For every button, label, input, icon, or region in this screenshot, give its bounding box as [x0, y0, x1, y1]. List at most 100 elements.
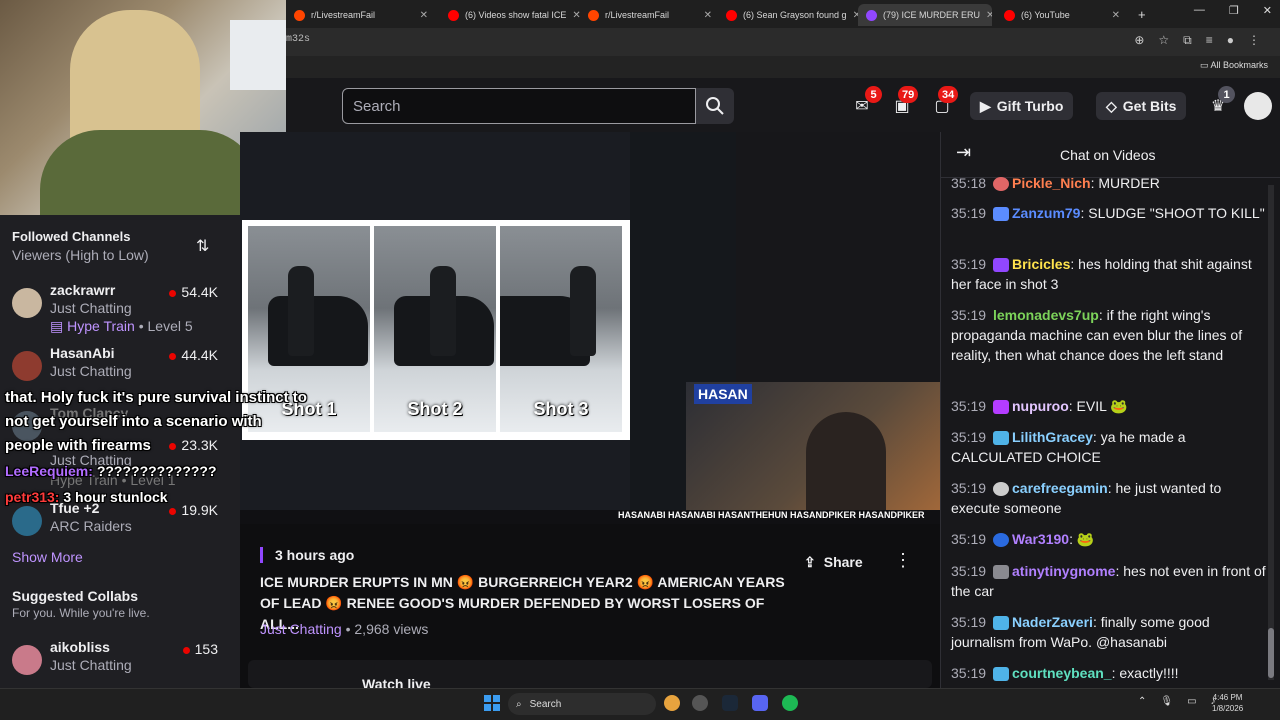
- chat-scrollbar[interactable]: [1268, 185, 1274, 680]
- browser-tab-1[interactable]: r/LivestreamFail ✕: [286, 4, 436, 26]
- avatar: [12, 288, 42, 318]
- chevron-up-icon[interactable]: ⌃: [1138, 696, 1146, 707]
- chat-message: 35:19 War3190: 🐸: [951, 531, 1095, 548]
- sidebar-channel-aikobliss[interactable]: aikobliss Just Chatting 153: [12, 639, 222, 685]
- whispers-badge: 34: [938, 86, 959, 103]
- badge-icon: [993, 482, 1009, 497]
- followed-sort-label: Viewers (High to Low): [12, 247, 149, 263]
- bookmark-star-icon[interactable]: ☆: [1158, 33, 1169, 48]
- folder-icon: ▭: [1199, 60, 1211, 70]
- badge-icon: [993, 667, 1009, 682]
- time-ago: 3 hours ago: [260, 547, 354, 563]
- windows-start-icon[interactable]: [484, 695, 500, 711]
- person-shape: [570, 266, 596, 356]
- chat-message: 35:18 Pickle_Nich: MURDER: [951, 175, 1160, 192]
- close-tab-icon[interactable]: ✕: [1112, 10, 1120, 21]
- bits-icon: ◇: [1106, 97, 1117, 114]
- suggested-collabs-title: Suggested Collabs: [12, 588, 139, 604]
- chrome-icon[interactable]: [664, 695, 680, 711]
- chat-title: Chat on Videos: [1060, 147, 1156, 163]
- browser-tab-2[interactable]: (6) Videos show fatal ICE ✕: [440, 4, 580, 26]
- more-options-icon[interactable]: ⋮: [894, 550, 912, 571]
- sidebar-channel-tfue[interactable]: Tfue +2 ARC Raiders 19.9K: [12, 500, 222, 546]
- badge-icon: [993, 207, 1009, 222]
- taskbar-search[interactable]: ⌕ Search: [508, 693, 656, 715]
- network-icon[interactable]: ▭: [1187, 696, 1196, 707]
- app-icon[interactable]: [692, 695, 708, 711]
- browser-tab-6[interactable]: (6) YouTube ✕: [996, 4, 1128, 26]
- close-window-icon[interactable]: ✕: [1263, 4, 1272, 17]
- badge-icon: [993, 616, 1009, 631]
- video-streamer-cam: HASAN: [686, 382, 940, 524]
- badge-icon: [993, 400, 1009, 415]
- sidebar-channel-hasanabi[interactable]: HasanAbi Just Chatting 44.4K: [12, 345, 222, 391]
- category-link[interactable]: Just Chatting: [260, 621, 342, 637]
- chat-scroll-thumb[interactable]: [1268, 628, 1274, 678]
- youtube-icon: [726, 9, 737, 21]
- gift-turbo-button[interactable]: ▶ Gift Turbo: [970, 92, 1074, 120]
- spotify-icon[interactable]: [782, 695, 798, 711]
- sidebar-channel-zackrawrr[interactable]: zackrawrr Just Chatting 54.4K ▤ Hype Tra…: [12, 282, 222, 334]
- url-text[interactable]: m32s: [286, 34, 310, 45]
- get-bits-button[interactable]: ◇ Get Bits: [1096, 92, 1187, 120]
- watch-live-card[interactable]: [248, 660, 932, 688]
- turbo-icon: ▶: [980, 97, 991, 114]
- badge-icon: [993, 177, 1009, 192]
- browser-tab-4[interactable]: (6) Sean Grayson found g ✕: [718, 4, 858, 26]
- minimize-icon[interactable]: —: [1194, 4, 1205, 17]
- notifications-badge: 79: [898, 86, 919, 103]
- browser-tab-3[interactable]: r/LivestreamFail ✕: [580, 4, 720, 26]
- restore-icon[interactable]: ❐: [1229, 4, 1239, 17]
- share-icon: ⇪: [804, 553, 816, 570]
- extensions-icon[interactable]: ⧉: [1183, 33, 1192, 48]
- sort-icon[interactable]: ⇅: [196, 236, 209, 256]
- youtube-icon: [1004, 9, 1015, 21]
- caption-line-3: people with firearms: [5, 437, 151, 454]
- address-bar-icons: ⊕ ☆ ⧉ ≡ ● ⋮: [1134, 33, 1260, 48]
- close-tab-icon[interactable]: ✕: [572, 10, 580, 21]
- new-tab-button[interactable]: +: [1138, 7, 1146, 22]
- close-tab-icon[interactable]: ✕: [704, 10, 712, 21]
- user-avatar[interactable]: [1244, 92, 1272, 120]
- browser-tab-active[interactable]: (79) ICE MURDER ERU ✕: [858, 4, 992, 26]
- hype-train-label: ▤ Hype Train • Level 5: [50, 318, 193, 334]
- close-tab-icon[interactable]: ✕: [986, 10, 992, 21]
- menu-icon[interactable]: ⋮: [1248, 33, 1260, 48]
- reddit-icon: [294, 9, 305, 21]
- streamer-silhouette: [806, 412, 886, 524]
- person-shape: [430, 266, 456, 356]
- all-bookmarks-button[interactable]: ▭ All Bookmarks: [1200, 60, 1268, 71]
- collapse-chat-icon[interactable]: ⇥: [956, 142, 971, 163]
- chat-message: 35:19 carefreegamin: he just wanted to ex…: [951, 480, 1222, 516]
- chat-message: 35:19 LilithGracey: ya he made a CALCULAT…: [951, 429, 1186, 465]
- video-chat-panel: [736, 132, 940, 382]
- caption-line-1: that. Holy fuck it's pure survival insti…: [5, 389, 307, 406]
- caption-line-2: not get yourself into a scenario with: [5, 413, 262, 430]
- reddit-icon: [588, 9, 599, 21]
- discord-icon[interactable]: [752, 695, 768, 711]
- video-player[interactable]: Shot 1 Shot 2 Shot 3 HASAN HASANABI HASA…: [240, 132, 940, 524]
- search-input[interactable]: Search: [342, 88, 696, 124]
- suggested-collabs-sub: For you. While you're live.: [12, 606, 150, 620]
- close-tab-icon[interactable]: ✕: [420, 10, 428, 21]
- chat-message: 35:19 atinytinygnome: hes not even in fro…: [951, 563, 1266, 599]
- search-button[interactable]: [696, 88, 734, 124]
- show-more-link[interactable]: Show More: [12, 549, 83, 565]
- video-shots-panel: Shot 1 Shot 2 Shot 3: [242, 220, 630, 440]
- youtube-icon: [448, 9, 459, 21]
- overlay-chat-line-1: LeeRequiem: ??????????????: [5, 463, 217, 479]
- hype-train-icon: ▤: [50, 318, 68, 334]
- cam-logo: HASAN: [694, 384, 752, 404]
- zoom-icon[interactable]: ⊕: [1134, 33, 1144, 48]
- badge-icon: [993, 565, 1009, 580]
- avatar: [12, 645, 42, 675]
- profile-icon[interactable]: ●: [1227, 33, 1234, 48]
- chat-message: 35:19 Zanzum79: SLUDGE "SHOOT TO KILL": [951, 205, 1265, 222]
- clock[interactable]: 4:46 PM 1/8/2026: [1212, 692, 1243, 714]
- reading-list-icon[interactable]: ≡: [1206, 33, 1213, 48]
- share-button[interactable]: ⇪ Share: [792, 547, 875, 577]
- mic-icon[interactable]: 🎙: [1160, 696, 1173, 707]
- steam-icon[interactable]: [722, 695, 738, 711]
- car-shape: [268, 296, 368, 366]
- shot-frame-2: Shot 2: [374, 226, 496, 432]
